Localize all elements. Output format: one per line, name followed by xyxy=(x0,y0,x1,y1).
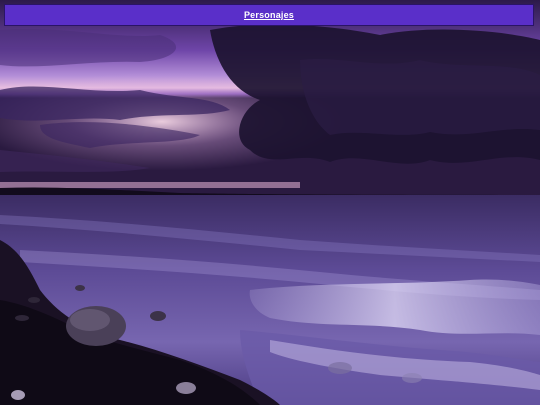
personajes-link[interactable]: Personajes xyxy=(244,10,294,20)
slide-canvas: Personajes xyxy=(0,0,540,405)
header-bar: Personajes xyxy=(4,4,534,26)
seascape-background-image xyxy=(0,0,540,405)
